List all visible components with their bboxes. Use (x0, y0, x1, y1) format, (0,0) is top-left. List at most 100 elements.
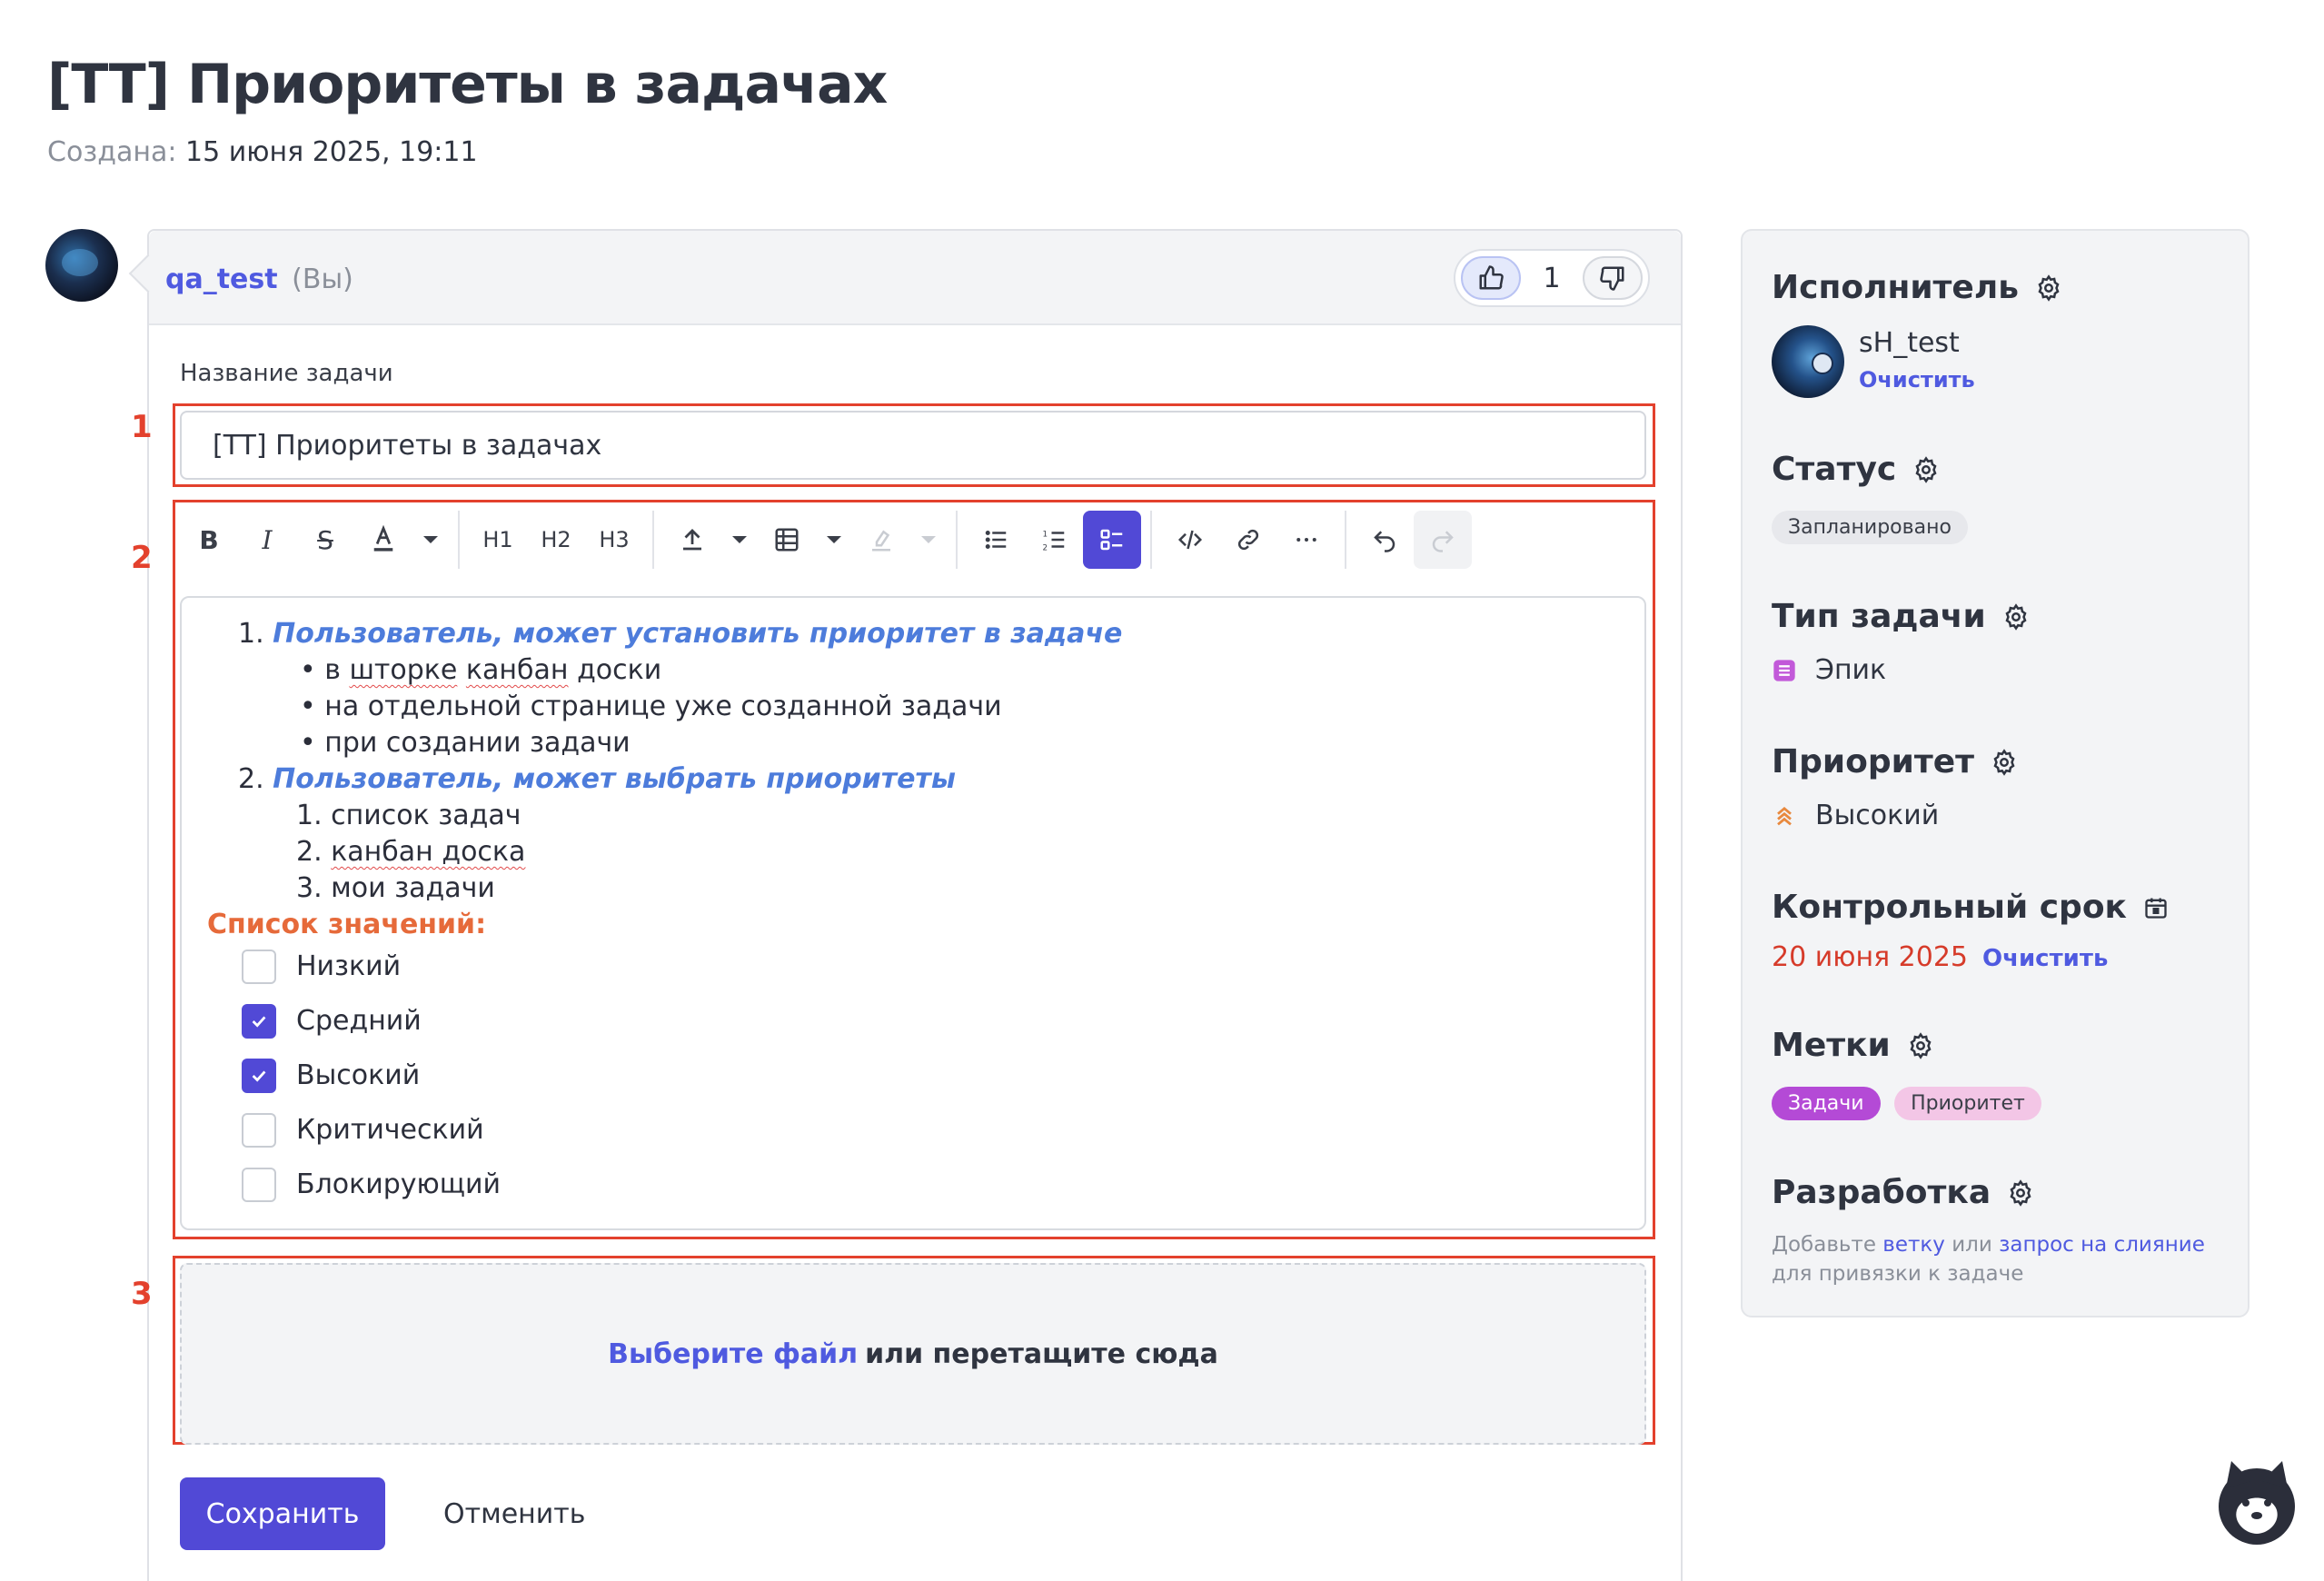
table-dropdown[interactable] (816, 511, 852, 569)
list-item-text: мои задачи (331, 872, 495, 904)
assignee-avatar[interactable] (1772, 325, 1844, 398)
link-button[interactable] (1219, 511, 1277, 569)
status-badge[interactable]: Запланировано (1772, 511, 1968, 544)
gear-icon[interactable] (1912, 455, 1940, 483)
deadline-clear-link[interactable]: Очистить (1982, 945, 2108, 972)
checklist-label: Средний (296, 1005, 422, 1037)
checkbox[interactable] (242, 1168, 276, 1202)
bold-button[interactable]: B (180, 511, 238, 569)
label-chip[interactable]: Задачи (1772, 1087, 1881, 1120)
strikethrough-button[interactable]: S (296, 511, 354, 569)
checkbox[interactable] (242, 950, 276, 984)
undo-icon (1374, 531, 1395, 552)
labels-title: Метки (1772, 1027, 1891, 1064)
code-button[interactable] (1161, 511, 1219, 569)
highlight-button[interactable] (852, 511, 910, 569)
list-number: 2. (238, 763, 264, 795)
status-badge-wrap: Запланировано (1772, 509, 1968, 544)
created-date: Создана: 15 июня 2025, 19:11 (47, 136, 478, 168)
priority-high-icon (1777, 806, 1792, 825)
list-item: 2. Пользователь, может выбрать приоритет… (238, 761, 956, 798)
mascot-help-icon[interactable] (2213, 1456, 2300, 1546)
upload-dropdown[interactable] (721, 511, 758, 569)
checklist-item: Блокирующий (242, 1167, 501, 1203)
file-dropzone[interactable]: Выберите файл или перетащите сюда (180, 1263, 1646, 1445)
labels-list: Задачи Приоритет (1772, 1085, 2041, 1120)
more-button[interactable] (1277, 511, 1336, 569)
author-name-link[interactable]: qa_test (165, 264, 278, 295)
gear-icon[interactable] (1991, 748, 2018, 776)
development-hint: Добавьте ветку или запрос на слияние для… (1772, 1233, 2205, 1286)
merge-request-link[interactable]: запрос на слияние (1999, 1233, 2205, 1257)
bullet-list-button[interactable] (967, 511, 1025, 569)
like-count: 1 (1543, 262, 1561, 294)
assignee-name: sH_test (1859, 327, 1960, 359)
h2-icon: H2 (541, 527, 571, 552)
check-icon (252, 1016, 266, 1028)
save-button[interactable]: Сохранить (180, 1477, 385, 1550)
type-heading: Тип задачи (1772, 598, 2030, 635)
gear-icon[interactable] (2002, 602, 2030, 631)
list-item: 2. канбан доска (296, 834, 525, 870)
assignee-clear-link[interactable]: Очистить (1859, 367, 1975, 393)
list-item: 3. мои задачи (296, 870, 495, 907)
branch-link[interactable]: ветку (1882, 1233, 1945, 1257)
chevron-down-icon (921, 536, 936, 543)
svg-text:1: 1 (1043, 530, 1048, 539)
list-number: 1. (238, 618, 264, 650)
checklist-item: Низкий (242, 949, 401, 985)
like-button[interactable] (1461, 256, 1521, 300)
description-editor[interactable]: 1. Пользователь, может установить приори… (180, 596, 1646, 1230)
toolbar-divider (458, 511, 460, 569)
upload-button[interactable] (663, 511, 721, 569)
list-item-text: список задач (331, 800, 521, 831)
italic-button[interactable]: I (238, 511, 296, 569)
chevron-down-icon (827, 536, 841, 543)
list-item: • при создании задачи (300, 727, 631, 759)
author-avatar[interactable] (45, 229, 118, 302)
list-item-text: Пользователь, может выбрать приоритеты (273, 763, 956, 795)
highlight-dropdown[interactable] (910, 511, 947, 569)
page-title: [TT] Приоритеты в задачах (47, 53, 888, 116)
author-you-label: (Вы) (292, 264, 353, 295)
choose-file-link[interactable]: Выберите файл (608, 1338, 858, 1370)
type-value: Эпик (1772, 654, 1886, 686)
italic-icon: I (262, 524, 273, 555)
undo-button[interactable] (1356, 511, 1414, 569)
cancel-button[interactable]: Отменить (422, 1477, 607, 1550)
checklist-item: Критический (242, 1112, 484, 1148)
created-label: Создана: (47, 136, 177, 168)
link-icon (1237, 529, 1259, 551)
deadline-title: Контрольный срок (1772, 889, 2127, 926)
checkbox[interactable] (242, 1113, 276, 1148)
ordered-list-button[interactable]: 12 (1025, 511, 1083, 569)
gear-icon[interactable] (1907, 1031, 1934, 1059)
text-color-button[interactable] (354, 511, 412, 569)
table-button[interactable] (758, 511, 816, 569)
assignee-avatar-badge (1812, 353, 1833, 374)
checklist-label: Низкий (296, 950, 402, 982)
priority-heading: Приоритет (1772, 743, 2018, 781)
text-color-dropdown[interactable] (412, 511, 449, 569)
comment-author: qa_test (Вы) (165, 264, 353, 295)
list-item: • в шторке канбан доски (300, 654, 662, 686)
heading-1-button[interactable]: H1 (469, 511, 527, 569)
heading-3-button[interactable]: H3 (585, 511, 643, 569)
task-title-input[interactable]: [TT] Приоритеты в задачах (180, 411, 1646, 480)
label-chip[interactable]: Приоритет (1894, 1087, 2041, 1120)
heading-2-button[interactable]: H2 (527, 511, 585, 569)
annotation-number-2: 2 (131, 540, 153, 576)
checkbox[interactable] (242, 1059, 276, 1093)
dislike-button[interactable] (1583, 256, 1643, 300)
task-list-button[interactable] (1083, 511, 1141, 569)
gear-icon[interactable] (2007, 1178, 2034, 1207)
priority-label: Высокий (1815, 800, 1940, 831)
calendar-icon[interactable] (2143, 895, 2169, 920)
development-title: Разработка (1772, 1174, 1991, 1211)
gear-icon[interactable] (2035, 273, 2062, 302)
redo-button[interactable] (1414, 511, 1472, 569)
checkbox[interactable] (242, 1004, 276, 1039)
priority-value: Высокий (1772, 800, 1939, 831)
list-item-text: на отдельной странице уже созданной зада… (324, 691, 1002, 722)
comment-header: qa_test (Вы) 1 (149, 231, 1681, 325)
